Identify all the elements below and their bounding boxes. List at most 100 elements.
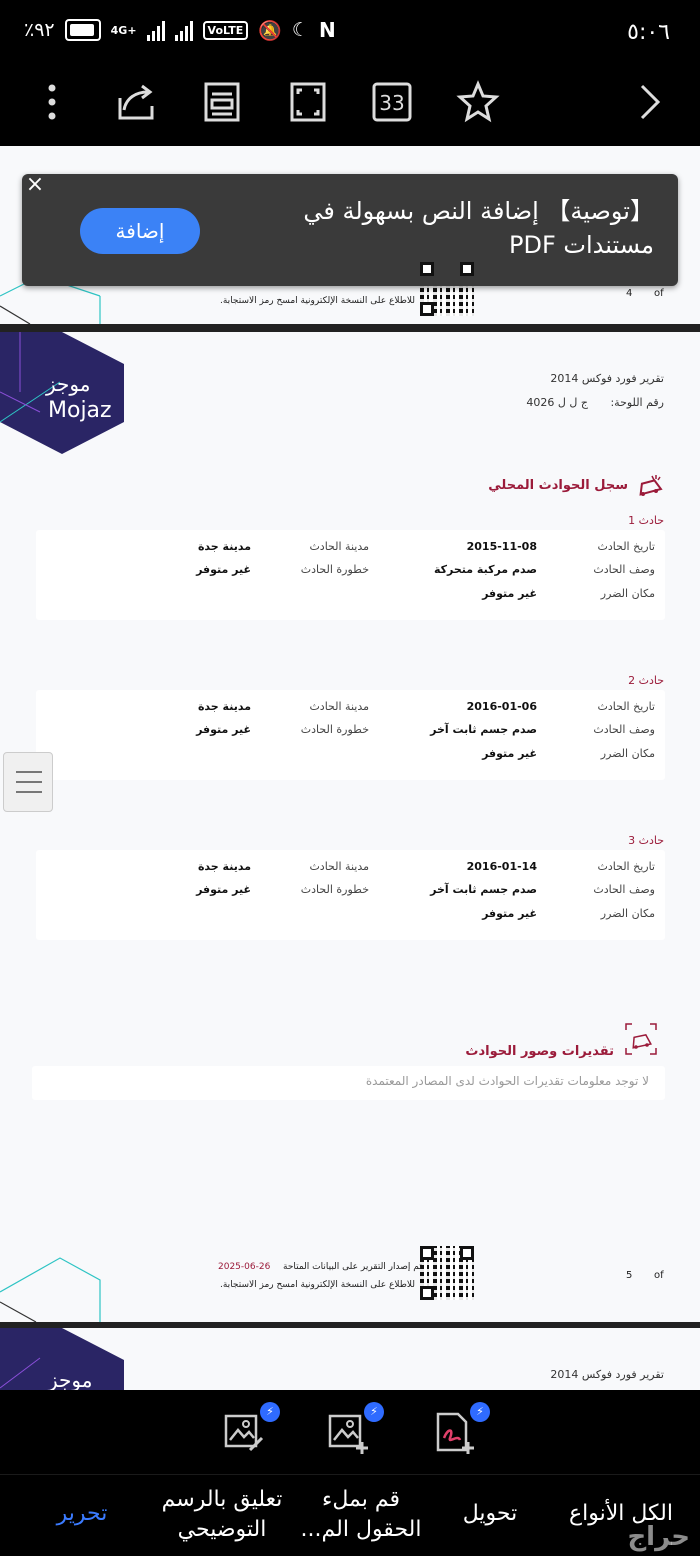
accident-label: حادث 3 [628,834,664,847]
accident-label: حادث 1 [628,514,664,527]
field-label-description: وصف الحادث [593,883,655,896]
field-label-city: مدينة الحادث [309,700,369,713]
estimates-card: لا توجد معلومات تقديرات الحوادث لدى المص… [32,1066,665,1100]
qr-footer-note: للاطلاع على النسخة الإلكترونية امسح رمز … [220,1280,415,1290]
field-value-city: مدينة جدة [197,540,251,553]
estimates-empty-text: لا توجد معلومات تقديرات الحوادث لدى المص… [365,1074,649,1088]
logo-text-ar: موجز [48,1368,93,1390]
signal-sim2-icon [174,19,193,41]
report-issued-date: 2025-06-26 [218,1262,271,1272]
logo-text-ar: موجز [46,372,91,396]
pro-badge-icon: ⚡ [260,1402,280,1422]
field-label-damage: مكان الضرر [600,747,655,760]
field-label-description: وصف الحادث [593,563,655,576]
reader-mode-icon[interactable] [198,78,246,126]
field-value-damage: غير متوفر [482,587,537,600]
car-crash-icon [639,475,663,496]
battery-percent: ٪٩٢ [24,19,55,41]
document-viewer[interactable]: للاطلاع على النسخة الإلكترونية امسح رمز … [0,146,700,1390]
network-type: 4G+ [110,23,137,37]
page-corner-decoration [0,1257,101,1322]
local-accidents-title: سجل الحوادث المحلي [488,478,628,493]
report-title: تقرير فورد فوكس 2014 [550,1368,664,1381]
field-label-date: تاريخ الحادث [597,540,656,553]
field-value-date: 2015-11-08 [466,540,537,553]
field-label-city: مدينة الحادث [309,860,369,873]
image-edit-icon[interactable]: ⚡ [222,1402,280,1454]
field-label-description: وصف الحادث [593,723,655,736]
image-add-icon[interactable]: ⚡ [326,1402,384,1454]
status-bar: ٪٩٢ 4G+ VoLTE 🔕 ☾ Ν ٥:٠٦ [0,0,700,64]
accident-photos-icon [625,1023,657,1055]
page-number: 5 [626,1270,633,1281]
add-button[interactable]: إضافة [80,208,200,254]
pro-badge-icon: ⚡ [470,1402,490,1422]
field-value-severity: غير متوفر [196,883,251,896]
field-value-description: صدم جسم ثابت آخر [430,723,537,736]
page-of-label: of [654,1270,664,1281]
page-number: 4 [626,288,633,299]
tab-convert[interactable]: تحويل [450,1499,530,1529]
tab-edit[interactable]: تحرير [44,1499,120,1529]
bottom-tool-icons: ⚡ ⚡ ⚡ [0,1390,700,1472]
field-value-description: صدم جسم ثابت آخر [430,883,537,896]
recommendation-banner: × 【توصية】 إضافة النص بسهولة في مستندات P… [22,172,678,286]
status-icons: ٪٩٢ 4G+ VoLTE 🔕 ☾ Ν [24,18,336,42]
field-label-severity: خطورة الحادث [300,723,369,736]
forward-icon[interactable] [626,78,674,126]
banner-text: 【توصية】 إضافة النص بسهولة في مستندات PDF [303,197,654,259]
field-value-severity: غير متوفر [196,563,251,576]
fullscreen-icon[interactable] [284,78,332,126]
nfc-icon: Ν [318,18,336,42]
page-count-icon[interactable]: 33 [368,78,416,126]
field-label-severity: خطورة الحادث [300,563,369,576]
accident-card: تاريخ الحادث 2015-11-08 مدينة الحادث مدي… [36,530,665,620]
field-value-date: 2016-01-06 [466,700,537,713]
field-value-description: صدم مركبة متحركة [433,563,537,576]
field-label-damage: مكان الضرر [600,907,655,920]
page-count-text: 33 [379,91,404,115]
accident-card: تاريخ الحادث 2016-01-14 مدينة الحادث مدي… [36,850,665,940]
field-value-severity: غير متوفر [196,723,251,736]
pro-badge-icon: ⚡ [364,1402,384,1422]
thumbnail-drawer-handle[interactable] [3,752,53,812]
field-value-city: مدينة جدة [197,700,251,713]
bottom-tab-bar: الكل الأنواع تحويل قم بملء الحقول الم...… [0,1474,700,1556]
plate-label: رقم اللوحة: [610,396,664,409]
accident-label: حادث 2 [628,674,664,687]
watermark: حراج [627,1522,690,1552]
estimates-title: تقديرات وصور الحوادث [465,1044,614,1059]
qr-footer-note: للاطلاع على النسخة الإلكترونية امسح رمز … [220,296,415,306]
more-vert-icon[interactable] [28,78,76,126]
tab-fill-fields[interactable]: قم بملء الحقول الم... [300,1485,422,1545]
field-value-damage: غير متوفر [482,747,537,760]
signal-icon [146,19,165,41]
field-label-damage: مكان الضرر [600,587,655,600]
favorite-icon[interactable] [454,78,502,126]
pdf-page-6: موجز تقرير فورد فوكس 2014 [0,1328,700,1390]
volte-badge: VoLTE [202,20,249,40]
plate-value: ج ل ل 4026 [526,396,588,409]
field-value-city: مدينة جدة [197,860,251,873]
clock: ٥:٠٦ [627,20,670,45]
field-label-date: تاريخ الحادث [597,860,656,873]
report-title: تقرير فورد فوكس 2014 [550,372,664,385]
battery-icon [64,19,101,41]
logo-text-en: Mojaz [48,398,112,423]
app-root: ٪٩٢ 4G+ VoLTE 🔕 ☾ Ν ٥:٠٦ 33 للاطلاع على … [0,0,700,1556]
viewer-toolbar: 33 [0,64,700,146]
report-issued-note: تم إصدار التقرير على البيانات المتاحة [283,1262,422,1272]
close-icon[interactable]: × [20,170,50,200]
field-label-city: مدينة الحادث [309,540,369,553]
tab-annotate[interactable]: تعليق بالرسم التوضيحي [160,1485,284,1545]
field-label-severity: خطورة الحادث [300,883,369,896]
share-icon[interactable] [112,78,160,126]
moon-icon: ☾ [291,19,309,41]
page-of-label: of [654,288,664,299]
accident-card: تاريخ الحادث 2016-01-06 مدينة الحادث مدي… [36,690,665,780]
pdf-sign-icon[interactable]: ⚡ [432,1402,490,1454]
pdf-page-5: موجز Mojaz تقرير فورد فوكس 2014 رقم اللو… [0,332,700,1322]
field-label-date: تاريخ الحادث [597,700,656,713]
mute-icon: 🔕 [258,19,282,42]
qr-code [420,1246,474,1300]
